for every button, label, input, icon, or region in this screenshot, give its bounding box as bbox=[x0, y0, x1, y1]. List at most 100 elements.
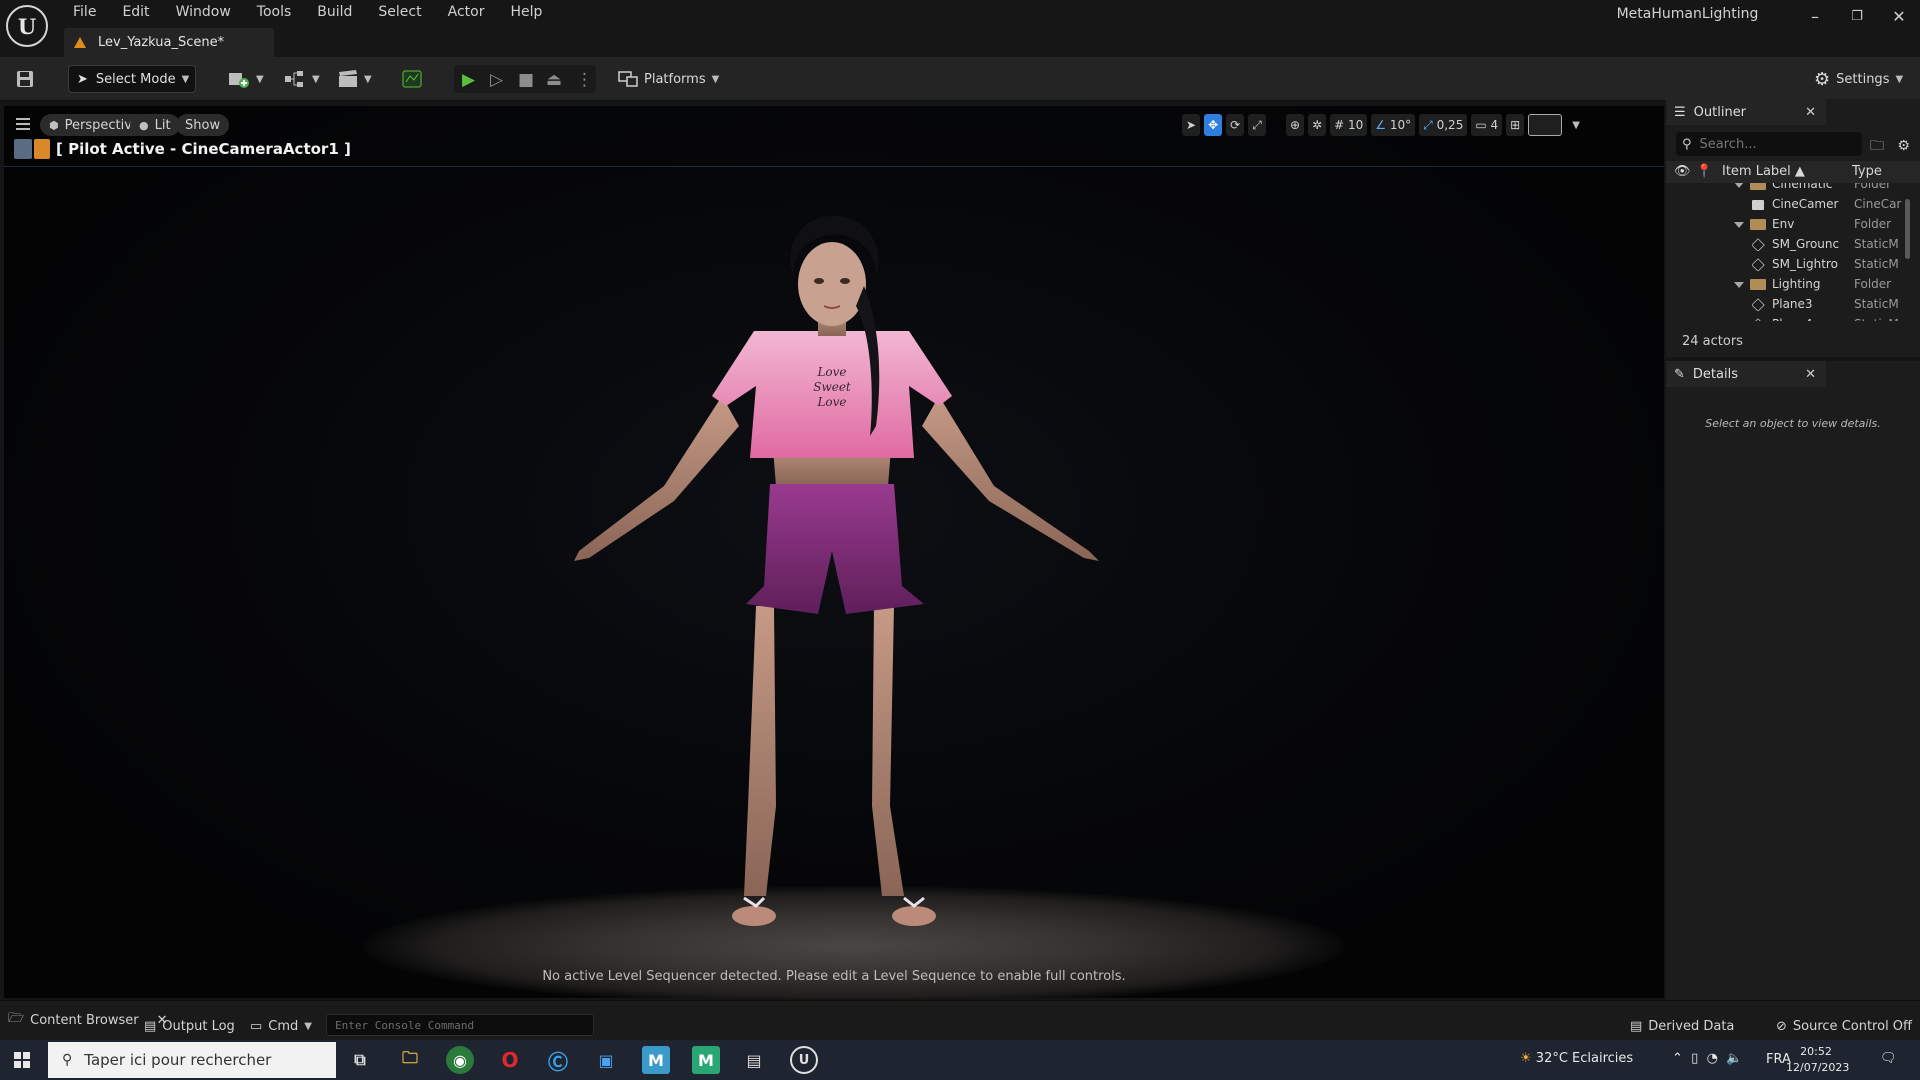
expand-arrow-icon[interactable] bbox=[1734, 281, 1744, 288]
translate-tool-icon[interactable]: ✥ bbox=[1204, 114, 1223, 136]
close-icon[interactable]: ✕ bbox=[1805, 105, 1816, 120]
unreal-taskbar-icon[interactable]: U bbox=[790, 1046, 818, 1074]
world-local-icon[interactable]: ⊕ bbox=[1286, 114, 1305, 136]
chrome-icon[interactable]: ◉ bbox=[446, 1046, 474, 1074]
close-window-button[interactable]: ✕ bbox=[1877, 0, 1920, 32]
details-tab[interactable]: ✎ Details ✕ bbox=[1666, 361, 1826, 387]
rotate-tool-icon[interactable]: ⟳ bbox=[1226, 114, 1245, 136]
menu-actor[interactable]: Actor bbox=[435, 2, 498, 22]
eject-icon[interactable]: ⏏ bbox=[546, 70, 562, 90]
unreal-logo-icon[interactable]: U bbox=[6, 5, 48, 47]
outliner-item-type: StaticM bbox=[1854, 317, 1914, 321]
type-column[interactable]: Type bbox=[1852, 164, 1882, 179]
camera-speed-button[interactable]: ▭ 4 bbox=[1471, 114, 1503, 136]
menu-edit[interactable]: Edit bbox=[109, 2, 162, 22]
folder-icon bbox=[1750, 183, 1766, 190]
lit-button[interactable]: ● Lit bbox=[130, 114, 180, 136]
notification-icon[interactable]: 🗨 bbox=[1880, 1051, 1897, 1066]
save-icon[interactable] bbox=[16, 67, 34, 91]
outliner-scrollbar[interactable] bbox=[1905, 199, 1910, 259]
network-icon[interactable]: ◔ bbox=[1707, 1051, 1718, 1066]
level-document-tab[interactable]: Lev_Yazkua_Scene* bbox=[64, 28, 274, 57]
chevron-down-icon: ▼ bbox=[1895, 73, 1904, 85]
metashape-icon[interactable]: M bbox=[692, 1046, 720, 1074]
eye-icon[interactable]: 👁 bbox=[1674, 164, 1691, 179]
file-explorer-icon[interactable]: 🗀 bbox=[396, 1046, 424, 1074]
level-viewport[interactable]: Love Sweet Love ⬢ Perspective ● Lit Show… bbox=[4, 106, 1664, 998]
task-view-icon[interactable]: ⧉ bbox=[346, 1046, 374, 1074]
close-icon[interactable]: ✕ bbox=[1805, 367, 1816, 382]
scale-snap-toggle[interactable]: ⤢ 0,25 bbox=[1419, 114, 1468, 136]
grid-icon: # bbox=[1334, 118, 1345, 132]
item-label-column[interactable]: Item Label ▲ bbox=[1722, 164, 1805, 179]
battery-icon[interactable]: ▯ bbox=[1691, 1051, 1698, 1066]
taskbar-search-input[interactable]: ⚲ Taper ici pour rechercher bbox=[48, 1042, 336, 1078]
blueprint-icon[interactable]: ▼ bbox=[284, 67, 320, 91]
minimize-button[interactable]: – bbox=[1793, 0, 1837, 32]
viewport-menu-icon[interactable] bbox=[16, 118, 30, 130]
platforms-dropdown[interactable]: Platforms ▼ bbox=[618, 65, 719, 93]
add-actor-icon[interactable]: ▼ bbox=[228, 67, 264, 91]
maximize-viewport-icon[interactable]: ⊞ bbox=[1506, 114, 1525, 136]
outliner-row[interactable]: Cinematic Folder bbox=[1666, 183, 1920, 197]
outliner-row[interactable]: SM_Grounc StaticM bbox=[1666, 237, 1920, 257]
expand-arrow-icon[interactable] bbox=[1734, 221, 1744, 228]
derived-data-button[interactable]: ▤ Derived Data bbox=[1630, 1015, 1734, 1037]
taskbar-clock[interactable]: 20:52 12/07/2023 bbox=[1786, 1044, 1849, 1076]
window-app-icon[interactable]: ▤ bbox=[740, 1046, 768, 1074]
outliner-row[interactable]: SM_Lightro StaticM bbox=[1666, 257, 1920, 277]
pin-icon[interactable]: 📍 bbox=[1696, 164, 1712, 179]
select-mode-dropdown[interactable]: ➤ Select Mode ▼ bbox=[68, 65, 196, 93]
rotation-snap-toggle[interactable]: ∠ 10° bbox=[1371, 114, 1416, 136]
surface-snap-icon[interactable]: ✲ bbox=[1308, 114, 1327, 136]
menu-help[interactable]: Help bbox=[497, 2, 555, 22]
outliner-row[interactable]: Plane4 StaticM bbox=[1666, 317, 1920, 321]
cmd-dropdown[interactable]: ▭ Cmd ▼ bbox=[250, 1015, 312, 1037]
gear-icon[interactable]: ⚙ bbox=[1897, 138, 1910, 154]
new-folder-icon[interactable]: 🗀 bbox=[1870, 138, 1884, 154]
scale-snap-value: 0,25 bbox=[1436, 118, 1464, 132]
settings-dropdown[interactable]: ⚙ Settings ▼ bbox=[1814, 65, 1903, 93]
pilot-indicator: [ Pilot Active - CineCameraActor1 ] bbox=[14, 139, 351, 159]
show-button[interactable]: Show bbox=[176, 114, 230, 136]
metahuman-character[interactable]: Love Sweet Love bbox=[4, 106, 1664, 998]
restore-button[interactable]: ❐ bbox=[1835, 0, 1879, 32]
maya-icon[interactable]: M bbox=[642, 1046, 670, 1074]
output-log-button[interactable]: ▤ Output Log bbox=[144, 1015, 235, 1037]
pilot-camera-icon[interactable] bbox=[14, 139, 50, 159]
expand-arrow-icon[interactable] bbox=[1734, 183, 1744, 188]
stop-icon[interactable]: ■ bbox=[518, 70, 534, 90]
play-icon[interactable]: ▶ bbox=[462, 70, 475, 90]
weather-widget[interactable]: ☀ 32°C Eclaircies bbox=[1520, 1051, 1633, 1066]
outliner-tab[interactable]: ☰ Outliner ✕ bbox=[1666, 99, 1826, 125]
chevron-down-icon[interactable]: ▼ bbox=[1572, 120, 1580, 131]
c-app-icon[interactable]: Ⓒ bbox=[544, 1046, 572, 1074]
outliner-row[interactable]: CineCamer CineCar bbox=[1666, 197, 1920, 217]
select-tool-icon[interactable]: ➤ bbox=[1182, 114, 1201, 136]
menu-file[interactable]: File bbox=[60, 2, 109, 22]
clock-time: 20:52 bbox=[1800, 1045, 1832, 1058]
grid-snap-toggle[interactable]: # 10 bbox=[1330, 114, 1368, 136]
outliner-row[interactable]: Env Folder bbox=[1666, 217, 1920, 237]
console-command-input[interactable]: Enter Console Command bbox=[326, 1014, 594, 1036]
volume-icon[interactable]: 🔈 bbox=[1726, 1051, 1742, 1066]
opera-icon[interactable]: O bbox=[496, 1046, 524, 1074]
outliner-row[interactable]: Plane3 StaticM bbox=[1666, 297, 1920, 317]
menu-window[interactable]: Window bbox=[163, 2, 244, 22]
outliner-row[interactable]: Lighting Folder bbox=[1666, 277, 1920, 297]
step-icon[interactable]: ▷ bbox=[490, 70, 503, 90]
menu-select[interactable]: Select bbox=[365, 2, 434, 22]
scale-tool-icon[interactable]: ⤢ bbox=[1248, 114, 1266, 136]
more-options-icon[interactable]: ⋮ bbox=[576, 70, 593, 90]
blueprint-graph-icon[interactable] bbox=[402, 67, 422, 91]
menu-tools[interactable]: Tools bbox=[244, 2, 305, 22]
chevron-up-icon[interactable]: ⌃ bbox=[1672, 1051, 1683, 1066]
windows-start-icon[interactable] bbox=[14, 1052, 30, 1068]
output-log-label: Output Log bbox=[162, 1018, 235, 1034]
store-icon[interactable]: ▣ bbox=[592, 1046, 620, 1074]
menu-build[interactable]: Build bbox=[304, 2, 365, 22]
layout-grid-icon[interactable] bbox=[1528, 114, 1563, 136]
clapper-icon[interactable]: ▼ bbox=[338, 67, 372, 91]
outliner-search-input[interactable]: ⚲ Search... bbox=[1676, 132, 1862, 156]
source-control-button[interactable]: ⊘ Source Control Off bbox=[1776, 1015, 1912, 1037]
